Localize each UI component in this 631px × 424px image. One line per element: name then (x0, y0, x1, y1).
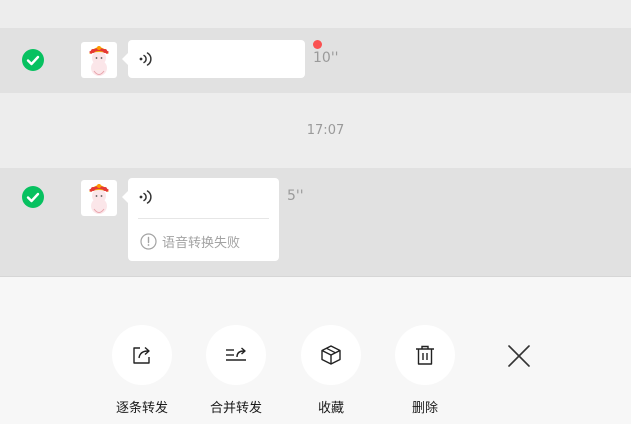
multi-select-toolbar: 逐条转发 合并转发 收藏 删除 (0, 277, 631, 424)
favorite-circle[interactable] (301, 325, 361, 385)
forward-each-circle[interactable] (112, 325, 172, 385)
voice-message-bubble[interactable] (122, 40, 305, 78)
merge-forward-icon (226, 347, 246, 361)
voice-duration: 5'' (287, 188, 304, 204)
message-row[interactable]: 语音转换失败 5'' (0, 168, 631, 276)
top-strip (0, 0, 631, 28)
transcription-failed-label: 语音转换失败 (162, 236, 241, 251)
avatar[interactable] (81, 180, 117, 216)
forward-merge-button[interactable]: 合并转发 (196, 325, 276, 416)
avatar[interactable] (81, 42, 117, 78)
voice-wave-icon (139, 190, 152, 204)
voice-duration: 10'' (313, 50, 339, 66)
forward-merge-label: 合并转发 (209, 401, 262, 416)
close-icon[interactable] (506, 343, 532, 369)
message-row[interactable]: 10'' (0, 28, 631, 93)
unread-dot (313, 40, 322, 49)
delete-button[interactable]: 删除 (385, 325, 465, 416)
forward-each-button[interactable]: 逐条转发 (102, 325, 182, 416)
cube-box-icon (321, 345, 341, 365)
transcription-status: 语音转换失败 (140, 232, 240, 251)
checkmark-circle-icon[interactable] (22, 186, 44, 208)
trash-icon (416, 345, 434, 365)
delete-label: 删除 (411, 401, 438, 416)
voice-wave-icon (139, 52, 152, 66)
checkmark-circle-icon[interactable] (22, 49, 44, 71)
bubble-divider (138, 218, 269, 219)
delete-circle[interactable] (395, 325, 455, 385)
favorite-label: 收藏 (317, 401, 344, 416)
exclamation-circle-icon (140, 233, 157, 250)
forward-each-label: 逐条转发 (115, 401, 168, 416)
time-separator: 17:07 (306, 123, 345, 138)
share-arrow-icon (133, 346, 150, 364)
favorite-button[interactable]: 收藏 (291, 325, 371, 416)
forward-merge-circle[interactable] (206, 325, 266, 385)
voice-message-bubble[interactable]: 语音转换失败 (122, 178, 279, 261)
